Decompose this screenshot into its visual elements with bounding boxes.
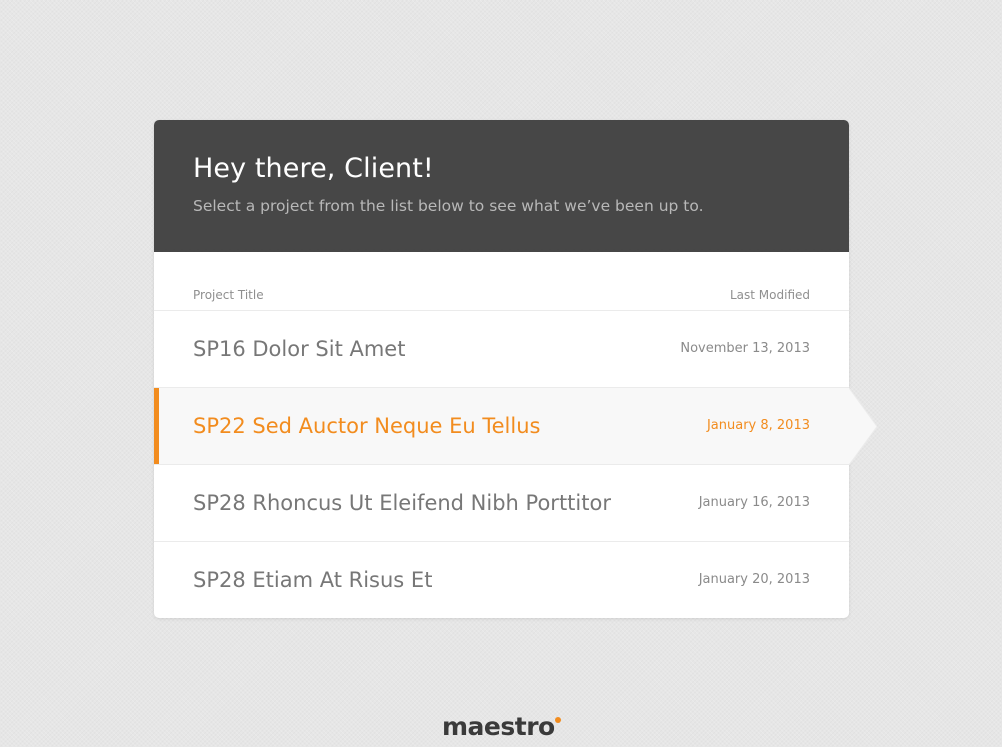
project-title: SP22 Sed Auctor Neque Eu Tellus	[193, 414, 541, 438]
selected-arrow-icon	[849, 388, 877, 465]
card-header: Hey there, Client! Select a project from…	[154, 120, 849, 252]
project-title: SP28 Etiam At Risus Et	[193, 568, 433, 592]
project-row-sp22-selected[interactable]: SP22 Sed Auctor Neque Eu Tellus January …	[154, 388, 877, 465]
maestro-logo: maestro	[442, 712, 561, 746]
project-card: Hey there, Client! Select a project from…	[154, 120, 877, 619]
project-date: January 16, 2013	[698, 495, 810, 510]
project-date: January 8, 2013	[706, 418, 810, 433]
column-header-project-title: Project Title	[193, 288, 264, 302]
logo-dot-icon	[554, 717, 561, 723]
project-title: SP28 Rhoncus Ut Eleifend Nibh Porttitor	[193, 491, 611, 515]
project-row-sp16[interactable]: SP16 Dolor Sit Amet November 13, 2013	[154, 311, 849, 388]
project-title: SP16 Dolor Sit Amet	[193, 337, 406, 361]
logo-wordmark: maestro	[442, 712, 555, 741]
greeting-title: Hey there, Client!	[193, 153, 434, 184]
header-zigzag-edge	[154, 247, 849, 252]
project-row-sp28-rhoncus[interactable]: SP28 Rhoncus Ut Eleifend Nibh Porttitor …	[154, 465, 849, 542]
column-header-last-modified: Last Modified	[729, 288, 810, 302]
project-date: November 13, 2013	[680, 341, 810, 356]
project-date: January 20, 2013	[698, 572, 810, 587]
selected-accent-bar	[154, 388, 159, 465]
greeting-subtitle: Select a project from the list below to …	[193, 197, 704, 215]
project-row-sp28-etiam[interactable]: SP28 Etiam At Risus Et January 20, 2013	[154, 542, 849, 619]
